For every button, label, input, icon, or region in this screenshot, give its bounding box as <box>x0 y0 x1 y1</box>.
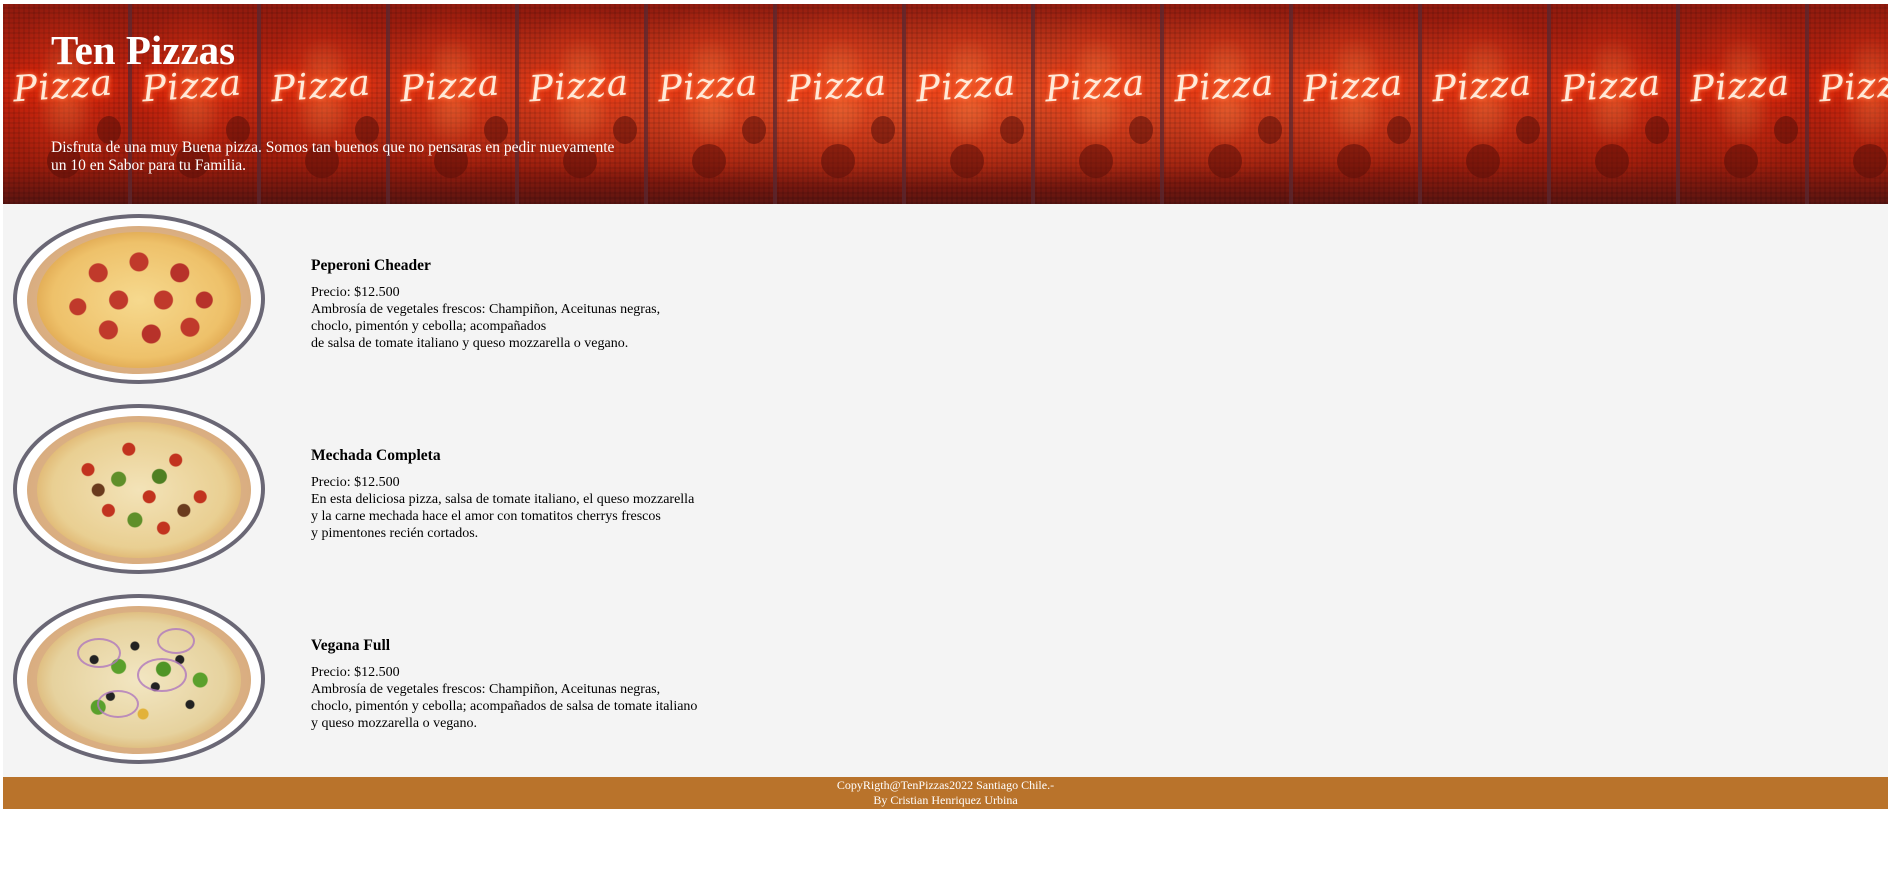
neon-shadow-decoration <box>1000 116 1024 144</box>
description-line: En esta deliciosa pizza, salsa de tomate… <box>311 492 695 507</box>
onion-ring <box>97 690 139 718</box>
neon-sign-panel: Pizza <box>777 4 906 204</box>
site-title: Ten Pizzas <box>51 27 236 73</box>
site-tagline: Disfruta de una muy Buena pizza. Somos t… <box>51 139 651 175</box>
pizza-menu: Peperoni Cheader Precio: $12.500 Ambrosí… <box>3 204 1888 777</box>
neon-pizza-sign: Pizza <box>1559 62 1663 111</box>
neon-pizza-sign: Pizza <box>1430 62 1534 111</box>
pizza-pepperoni-image <box>13 214 265 384</box>
neon-shadow-decoration <box>950 144 984 178</box>
neon-pizza-sign: Pizza <box>785 62 889 111</box>
menu-item-description: Precio: $12.500 Ambrosía de vegetales fr… <box>311 664 771 732</box>
neon-pizza-sign: Pizza <box>527 62 631 111</box>
menu-item-price: Precio: $12.500 <box>311 285 400 300</box>
neon-sign-panel: Pizza <box>648 4 777 204</box>
neon-shadow-decoration <box>1079 144 1113 178</box>
neon-shadow-decoration <box>1853 144 1887 178</box>
onion-ring <box>137 658 187 692</box>
mechada-pizza-graphic <box>37 422 241 558</box>
onion-ring <box>157 628 195 654</box>
neon-shadow-decoration <box>1774 116 1798 144</box>
neon-shadow-decoration <box>1466 144 1500 178</box>
neon-pizza-sign: Pizza <box>1688 62 1792 111</box>
neon-sign-panel: Pizza <box>1680 4 1809 204</box>
neon-pizza-sign: Pizza <box>398 62 502 111</box>
neon-shadow-decoration <box>1337 144 1371 178</box>
description-line: Ambrosía de vegetales frescos: Champiñon… <box>311 302 661 317</box>
hero-banner: Pizza Pizza Pizza Pizza Pizza Pizza Pizza Pizza… <box>3 4 1888 204</box>
menu-item-peperoni-cheader: Peperoni Cheader Precio: $12.500 Ambrosí… <box>3 214 763 384</box>
neon-shadow-decoration <box>1387 116 1411 144</box>
description-line: y pimentones recién cortados. <box>311 526 479 541</box>
neon-shadow-decoration <box>871 116 895 144</box>
neon-sign-panel: Pizza <box>1809 4 1888 204</box>
neon-shadow-decoration <box>1724 144 1758 178</box>
menu-item-name: Mechada Completa <box>311 447 441 464</box>
menu-item-info: Peperoni Cheader Precio: $12.500 Ambrosí… <box>311 256 771 352</box>
neon-pizza-sign: Pizza <box>1301 62 1405 111</box>
description-line: choclo, pimentón y cebolla; acompañados … <box>311 699 698 714</box>
neon-sign-panel: Pizza <box>1164 4 1293 204</box>
neon-sign-panel: Pizza <box>1035 4 1164 204</box>
pizza-mechada-image <box>13 404 265 574</box>
neon-pizza-sign: Pizza <box>1172 62 1276 111</box>
neon-pizza-sign: Pizza <box>269 62 373 111</box>
neon-shadow-decoration <box>692 144 726 178</box>
author-credit: By Cristian Henriquez Urbina <box>873 793 1018 807</box>
description-line: y queso mozzarella o vegano. <box>311 716 477 731</box>
neon-pizza-sign: Pizza <box>656 62 760 111</box>
neon-shadow-decoration <box>1258 116 1282 144</box>
menu-item-description: Precio: $12.500 Ambrosía de vegetales fr… <box>311 284 771 352</box>
pizza-vegana-image <box>13 594 265 764</box>
description-line: Ambrosía de vegetales frescos: Champiñon… <box>311 682 661 697</box>
description-line: choclo, pimentón y cebolla; acompañados <box>311 319 547 334</box>
copyright-text: CopyRigth@TenPizzas2022 Santiago Chile.- <box>836 778 1055 792</box>
tagline-line-2: un 10 en Sabor para tu Familia. <box>51 157 246 174</box>
neon-shadow-decoration <box>1595 144 1629 178</box>
neon-sign-panel: Pizza <box>906 4 1035 204</box>
page: Pizza Pizza Pizza Pizza Pizza Pizza Pizza Pizza… <box>3 4 1888 809</box>
neon-pizza-sign: Pizza <box>1043 62 1147 111</box>
neon-shadow-decoration <box>1645 116 1669 144</box>
onion-ring <box>77 638 121 668</box>
pepperoni-pizza-graphic <box>37 232 241 368</box>
neon-pizza-sign: Pizza <box>1817 62 1888 111</box>
menu-item-name: Vegana Full <box>311 637 391 654</box>
neon-shadow-decoration <box>821 144 855 178</box>
description-line: de salsa de tomate italiano y queso mozz… <box>311 336 629 351</box>
neon-sign-panel: Pizza <box>1293 4 1422 204</box>
menu-item-description: Precio: $12.500 En esta deliciosa pizza,… <box>311 474 771 542</box>
neon-sign-panel: Pizza <box>1422 4 1551 204</box>
neon-pizza-sign: Pizza <box>914 62 1018 111</box>
menu-item-vegana-full: Vegana Full Precio: $12.500 Ambrosía de … <box>3 594 763 764</box>
description-line: y la carne mechada hace el amor con toma… <box>311 509 661 524</box>
menu-item-info: Vegana Full Precio: $12.500 Ambrosía de … <box>311 636 771 732</box>
neon-shadow-decoration <box>1208 144 1242 178</box>
menu-item-price: Precio: $12.500 <box>311 475 400 490</box>
menu-item-price: Precio: $12.500 <box>311 665 400 680</box>
menu-item-info: Mechada Completa Precio: $12.500 En esta… <box>311 446 771 542</box>
menu-item-mechada-completa: Mechada Completa Precio: $12.500 En esta… <box>3 404 763 574</box>
neon-shadow-decoration <box>1129 116 1153 144</box>
neon-sign-panel: Pizza <box>1551 4 1680 204</box>
neon-shadow-decoration <box>1516 116 1540 144</box>
menu-item-name: Peperoni Cheader <box>311 257 431 274</box>
tagline-line-1: Disfruta de una muy Buena pizza. Somos t… <box>51 139 615 156</box>
neon-shadow-decoration <box>742 116 766 144</box>
site-footer: CopyRigth@TenPizzas2022 Santiago Chile.-… <box>3 777 1888 809</box>
